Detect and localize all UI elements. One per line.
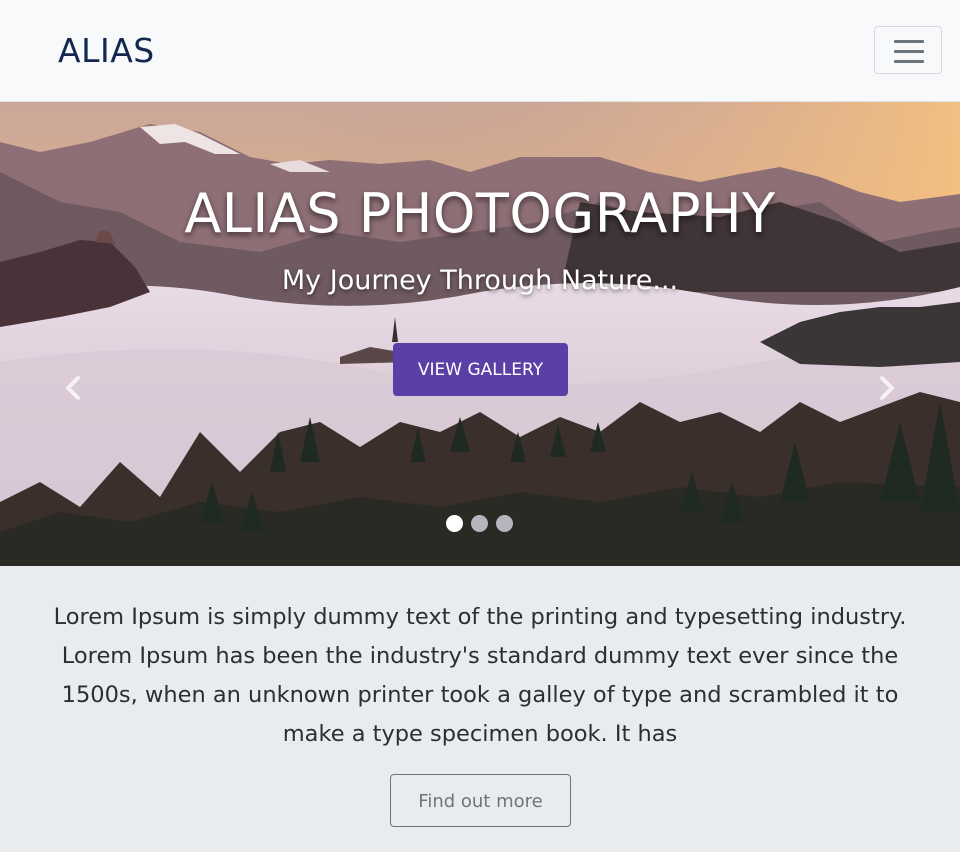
hero-carousel: ALIAS PHOTOGRAPHY My Journey Through Nat…	[0, 102, 960, 566]
brand-logo[interactable]: ALIAS	[58, 28, 155, 74]
navbar: ALIAS	[0, 0, 960, 102]
hero-subtitle: My Journey Through Nature...	[281, 265, 679, 296]
carousel-indicator-3[interactable]	[496, 515, 513, 532]
carousel-next-button[interactable]	[872, 372, 902, 404]
carousel-indicator-1[interactable]	[446, 515, 463, 532]
intro-section: Lorem Ipsum is simply dummy text of the …	[0, 566, 960, 852]
chevron-left-icon	[66, 376, 80, 400]
carousel-indicator-2[interactable]	[471, 515, 488, 532]
chevron-right-icon	[880, 376, 894, 400]
find-out-more-button[interactable]: Find out more	[390, 774, 571, 827]
intro-paragraph: Lorem Ipsum is simply dummy text of the …	[53, 604, 907, 747]
navbar-toggler-button[interactable]	[874, 26, 942, 74]
hero-background-image	[0, 102, 960, 566]
carousel-prev-button[interactable]	[58, 372, 88, 404]
view-gallery-button[interactable]: VIEW GALLERY	[393, 343, 568, 396]
hero-title: ALIAS PHOTOGRAPHY	[184, 182, 776, 245]
